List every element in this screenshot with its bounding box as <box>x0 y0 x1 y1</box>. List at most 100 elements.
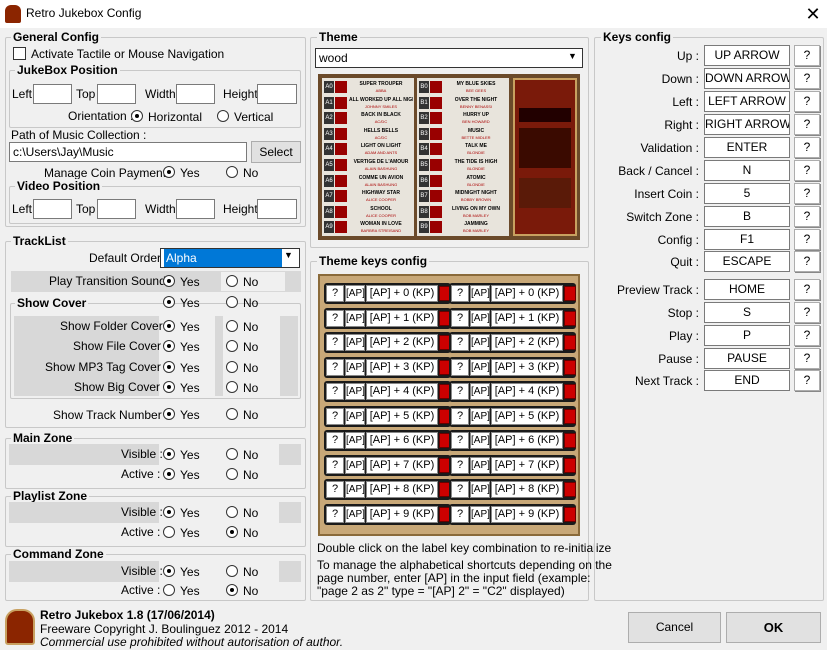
key-help-button[interactable]: ? <box>794 206 820 227</box>
theme-key-help-button[interactable]: ? <box>326 407 344 425</box>
key-help-button[interactable]: ? <box>794 279 820 300</box>
theme-key-field[interactable]: [AP] + 4 (KP) <box>491 383 563 400</box>
theme-key-field[interactable]: [AP] + 3 (KP) <box>491 358 563 376</box>
theme-key-field[interactable]: [AP] + 6 (KP) <box>366 432 438 449</box>
jb-left-input[interactable] <box>33 84 72 104</box>
theme-key-help-button[interactable]: ? <box>326 383 344 400</box>
theme-key-field[interactable]: [AP] + 0 (KP) <box>491 285 563 302</box>
vp-top-input[interactable] <box>97 199 136 219</box>
command-visible-no-radio[interactable] <box>226 565 238 577</box>
show-file-cover-yes-radio[interactable] <box>163 340 175 352</box>
playlist-active-yes-radio[interactable] <box>163 526 175 538</box>
theme-key-help-button[interactable]: ? <box>451 309 469 327</box>
theme-key-help-button[interactable]: ? <box>326 432 344 449</box>
coin-yes-radio[interactable] <box>163 166 175 178</box>
command-visible-yes-radio[interactable] <box>163 565 175 577</box>
show-folder-cover-yes-radio[interactable] <box>163 320 175 332</box>
theme-key-help-button[interactable]: ? <box>326 456 344 474</box>
theme-key-field[interactable]: [AP] + 2 (KP) <box>366 334 438 351</box>
close-icon[interactable]: ✕ <box>800 3 826 25</box>
theme-key-help-button[interactable]: ? <box>451 334 469 351</box>
key-binding-field[interactable]: PAUSE <box>704 348 790 369</box>
select-button[interactable]: Select <box>251 141 301 163</box>
jb-top-input[interactable] <box>97 84 136 104</box>
key-help-button[interactable]: ? <box>794 160 820 181</box>
theme-key-field[interactable]: [AP] + 7 (KP) <box>366 456 438 474</box>
orientation-horizontal-radio[interactable] <box>131 110 143 122</box>
show-track-number-yes-radio[interactable] <box>163 408 175 420</box>
key-help-button[interactable]: ? <box>794 183 820 204</box>
theme-key-field[interactable]: [AP] + 6 (KP) <box>491 432 563 449</box>
key-help-button[interactable]: ? <box>794 114 820 135</box>
default-order-select[interactable]: Alpha <box>160 248 300 268</box>
theme-key-help-button[interactable]: ? <box>326 505 344 523</box>
theme-key-help-button[interactable]: ? <box>326 309 344 327</box>
key-help-button[interactable]: ? <box>794 91 820 112</box>
show-folder-cover-no-radio[interactable] <box>226 320 238 332</box>
key-binding-field[interactable]: UP ARROW <box>704 45 790 66</box>
theme-key-help-button[interactable]: ? <box>326 481 344 498</box>
theme-key-field[interactable]: [AP] + 4 (KP) <box>366 383 438 400</box>
theme-key-help-button[interactable]: ? <box>451 383 469 400</box>
key-help-button[interactable]: ? <box>794 302 820 323</box>
vp-width-input[interactable] <box>176 199 215 219</box>
music-path-input[interactable]: c:\Users\Jay\Music <box>9 142 247 162</box>
play-transition-no-radio[interactable] <box>226 275 238 287</box>
theme-key-field[interactable]: [AP] + 2 (KP) <box>491 334 563 351</box>
theme-key-help-button[interactable]: ? <box>326 285 344 302</box>
theme-key-help-button[interactable]: ? <box>451 432 469 449</box>
playlist-visible-yes-radio[interactable] <box>163 506 175 518</box>
main-active-yes-radio[interactable] <box>163 468 175 480</box>
main-visible-yes-radio[interactable] <box>163 448 175 460</box>
jb-width-input[interactable] <box>176 84 215 104</box>
key-binding-field[interactable]: RIGHT ARROW <box>704 114 790 135</box>
jb-height-input[interactable] <box>257 84 297 104</box>
show-file-cover-no-radio[interactable] <box>226 340 238 352</box>
theme-select[interactable]: wood <box>315 48 583 68</box>
theme-key-help-button[interactable]: ? <box>326 358 344 376</box>
theme-key-field[interactable]: [AP] + 9 (KP) <box>491 505 563 523</box>
theme-key-field[interactable]: [AP] + 5 (KP) <box>491 407 563 425</box>
key-binding-field[interactable]: S <box>704 302 790 323</box>
vp-height-input[interactable] <box>257 199 297 219</box>
key-binding-field[interactable]: P <box>704 325 790 346</box>
key-help-button[interactable]: ? <box>794 45 820 66</box>
show-cover-yes-radio[interactable] <box>163 296 175 308</box>
key-binding-field[interactable]: N <box>704 160 790 181</box>
show-track-number-no-radio[interactable] <box>226 408 238 420</box>
theme-key-field[interactable]: [AP] + 8 (KP) <box>366 481 438 498</box>
key-help-button[interactable]: ? <box>794 325 820 346</box>
theme-key-field[interactable]: [AP] + 1 (KP) <box>366 309 438 327</box>
key-binding-field[interactable]: LEFT ARROW <box>704 91 790 112</box>
key-binding-field[interactable]: F1 <box>704 229 790 250</box>
theme-key-field[interactable]: [AP] + 5 (KP) <box>366 407 438 425</box>
theme-key-help-button[interactable]: ? <box>451 358 469 376</box>
theme-key-help-button[interactable]: ? <box>326 334 344 351</box>
key-binding-field[interactable]: HOME <box>704 279 790 300</box>
playlist-active-no-radio[interactable] <box>226 526 238 538</box>
show-big-cover-no-radio[interactable] <box>226 381 238 393</box>
cancel-button[interactable]: Cancel <box>628 612 721 643</box>
key-help-button[interactable]: ? <box>794 251 820 272</box>
theme-key-field[interactable]: [AP] + 3 (KP) <box>366 358 438 376</box>
theme-key-help-button[interactable]: ? <box>451 505 469 523</box>
play-transition-yes-radio[interactable] <box>163 275 175 287</box>
key-binding-field[interactable]: B <box>704 206 790 227</box>
key-help-button[interactable]: ? <box>794 370 820 391</box>
key-binding-field[interactable]: DOWN ARROW <box>704 68 790 89</box>
theme-key-field[interactable]: [AP] + 9 (KP) <box>366 505 438 523</box>
main-active-no-radio[interactable] <box>226 468 238 480</box>
key-binding-field[interactable]: END <box>704 370 790 391</box>
key-binding-field[interactable]: ENTER <box>704 137 790 158</box>
key-binding-field[interactable]: 5 <box>704 183 790 204</box>
theme-key-help-button[interactable]: ? <box>451 481 469 498</box>
key-help-button[interactable]: ? <box>794 348 820 369</box>
theme-key-help-button[interactable]: ? <box>451 285 469 302</box>
vp-left-input[interactable] <box>33 199 72 219</box>
command-active-no-radio[interactable] <box>226 584 238 596</box>
tactile-checkbox[interactable] <box>13 47 26 60</box>
coin-no-radio[interactable] <box>226 166 238 178</box>
theme-key-field[interactable]: [AP] + 1 (KP) <box>491 309 563 327</box>
show-cover-no-radio[interactable] <box>226 296 238 308</box>
main-visible-no-radio[interactable] <box>226 448 238 460</box>
